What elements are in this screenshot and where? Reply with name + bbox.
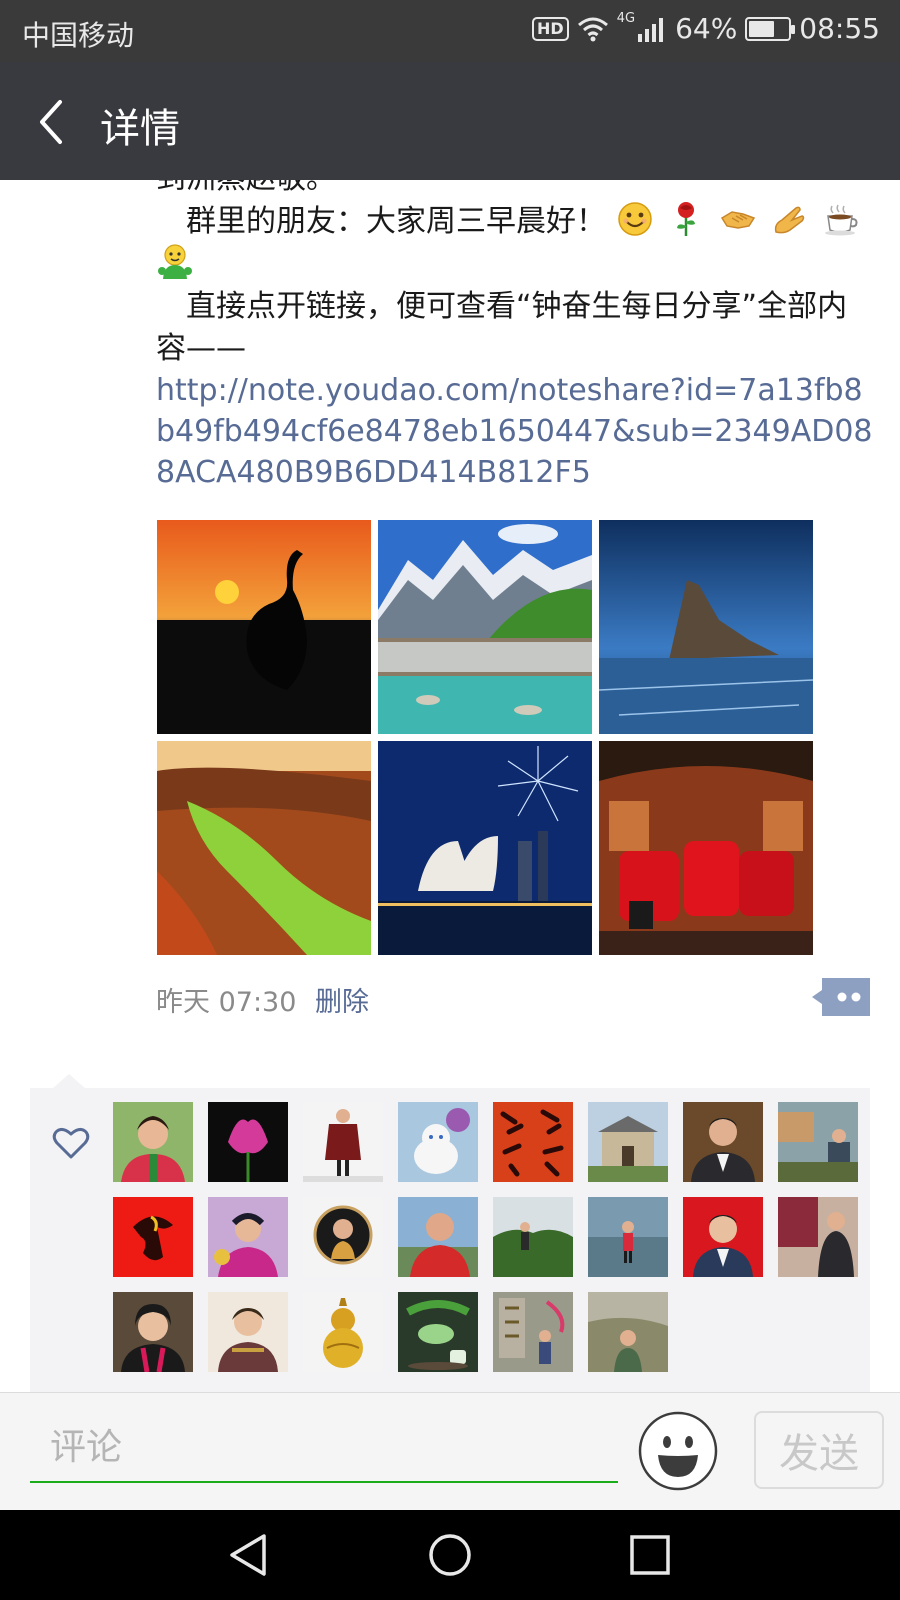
avatar-like-6[interactable] <box>588 1102 668 1182</box>
signal-icon <box>638 17 664 42</box>
network-type: 4G <box>616 11 636 26</box>
avatar-like-9[interactable] <box>113 1197 193 1277</box>
avatar-like-10[interactable] <box>208 1197 288 1277</box>
handshake-emoji-icon <box>720 211 755 229</box>
post-time: 昨天 07:30 <box>156 987 297 1018</box>
avatar-like-22[interactable] <box>588 1292 668 1372</box>
comment-input[interactable] <box>30 1413 618 1483</box>
hd-icon: HD <box>532 16 569 41</box>
avatar-like-14[interactable] <box>588 1197 668 1277</box>
post-body: 到洲蒸赵敬。 群里的朋友：大家周三早晨好！ <box>156 180 876 493</box>
avatar-like-3[interactable] <box>303 1102 383 1182</box>
rose-emoji-icon <box>677 202 696 236</box>
post-detail: 到洲蒸赵敬。 群里的朋友：大家周三早晨好！ <box>0 180 900 1392</box>
title-bar: 详情 <box>0 62 900 180</box>
heart-icon <box>52 1127 90 1159</box>
avatar-like-19[interactable] <box>303 1292 383 1372</box>
post-instruction: 直接点开链接，便可查看“钟奋生每日分享”全部内容—— <box>156 289 848 366</box>
note-share-link[interactable]: http://note.youdao.com/noteshare?id=7a13… <box>156 370 876 493</box>
smile-emoji-icon <box>617 202 652 236</box>
nav-back-icon[interactable] <box>226 1532 276 1578</box>
avatar-like-11[interactable] <box>303 1197 383 1277</box>
avatar-like-4[interactable] <box>398 1102 478 1182</box>
photo-sea-rock[interactable] <box>599 520 813 734</box>
avatar-like-13[interactable] <box>493 1197 573 1277</box>
page-title: 详情 <box>100 106 180 152</box>
avatar-like-15[interactable] <box>683 1197 763 1277</box>
avatar-like-12[interactable] <box>398 1197 478 1277</box>
battery-fill <box>749 20 774 37</box>
coffee-emoji-icon <box>824 204 858 236</box>
comment-action-icon[interactable] <box>812 978 870 1016</box>
photo-home-theater[interactable] <box>599 741 813 955</box>
avatar-like-7[interactable] <box>683 1102 763 1182</box>
nav-recents-icon[interactable] <box>625 1532 675 1578</box>
likes-pointer <box>52 1074 86 1089</box>
status-bar: 中国移动 HD 4G 64% 08:55 <box>0 0 900 62</box>
post-greeting-line: 群里的朋友：大家周三早晨好！ <box>156 200 876 286</box>
status-icons: HD 4G 64% 08:55 <box>532 11 880 45</box>
post-meta: 昨天 07:30 删除 <box>156 980 369 1019</box>
carrier-label: 中国移动 <box>22 19 135 52</box>
clock: 08:55 <box>799 12 880 45</box>
comment-bar: 发送 <box>0 1392 900 1510</box>
photo-valley[interactable] <box>157 741 371 955</box>
post-greeting: 群里的朋友：大家周三早晨好！ <box>186 204 606 239</box>
avatar-like-20[interactable] <box>398 1292 478 1372</box>
post-cut-line: 到洲蒸赵敬。 <box>156 180 876 200</box>
avatar-like-1[interactable] <box>113 1102 193 1182</box>
avatar-like-16[interactable] <box>778 1197 858 1277</box>
delete-button[interactable]: 删除 <box>315 987 369 1018</box>
photo-crane-sunset[interactable] <box>157 520 371 734</box>
system-nav-bar <box>0 1510 900 1600</box>
battery-icon <box>745 16 796 41</box>
send-button[interactable]: 发送 <box>754 1411 884 1489</box>
avatar-like-2[interactable] <box>208 1102 288 1182</box>
battery-percent: 64% <box>675 12 738 45</box>
photo-snow-mountain[interactable] <box>378 520 592 734</box>
avatar-like-18[interactable] <box>208 1292 288 1372</box>
ok-hand-emoji-icon <box>775 206 805 234</box>
wifi-icon <box>577 17 608 41</box>
avatar-like-5[interactable] <box>493 1102 573 1182</box>
avatar-like-8[interactable] <box>778 1102 858 1182</box>
green-figure-emoji-icon <box>158 244 192 279</box>
emoji-picker-icon[interactable] <box>638 1411 718 1491</box>
avatar-like-21[interactable] <box>493 1292 573 1372</box>
avatar-like-17[interactable] <box>113 1292 193 1372</box>
photo-fireworks[interactable] <box>378 741 592 955</box>
nav-home-icon[interactable] <box>425 1532 475 1578</box>
back-arrow-icon[interactable] <box>28 92 88 152</box>
